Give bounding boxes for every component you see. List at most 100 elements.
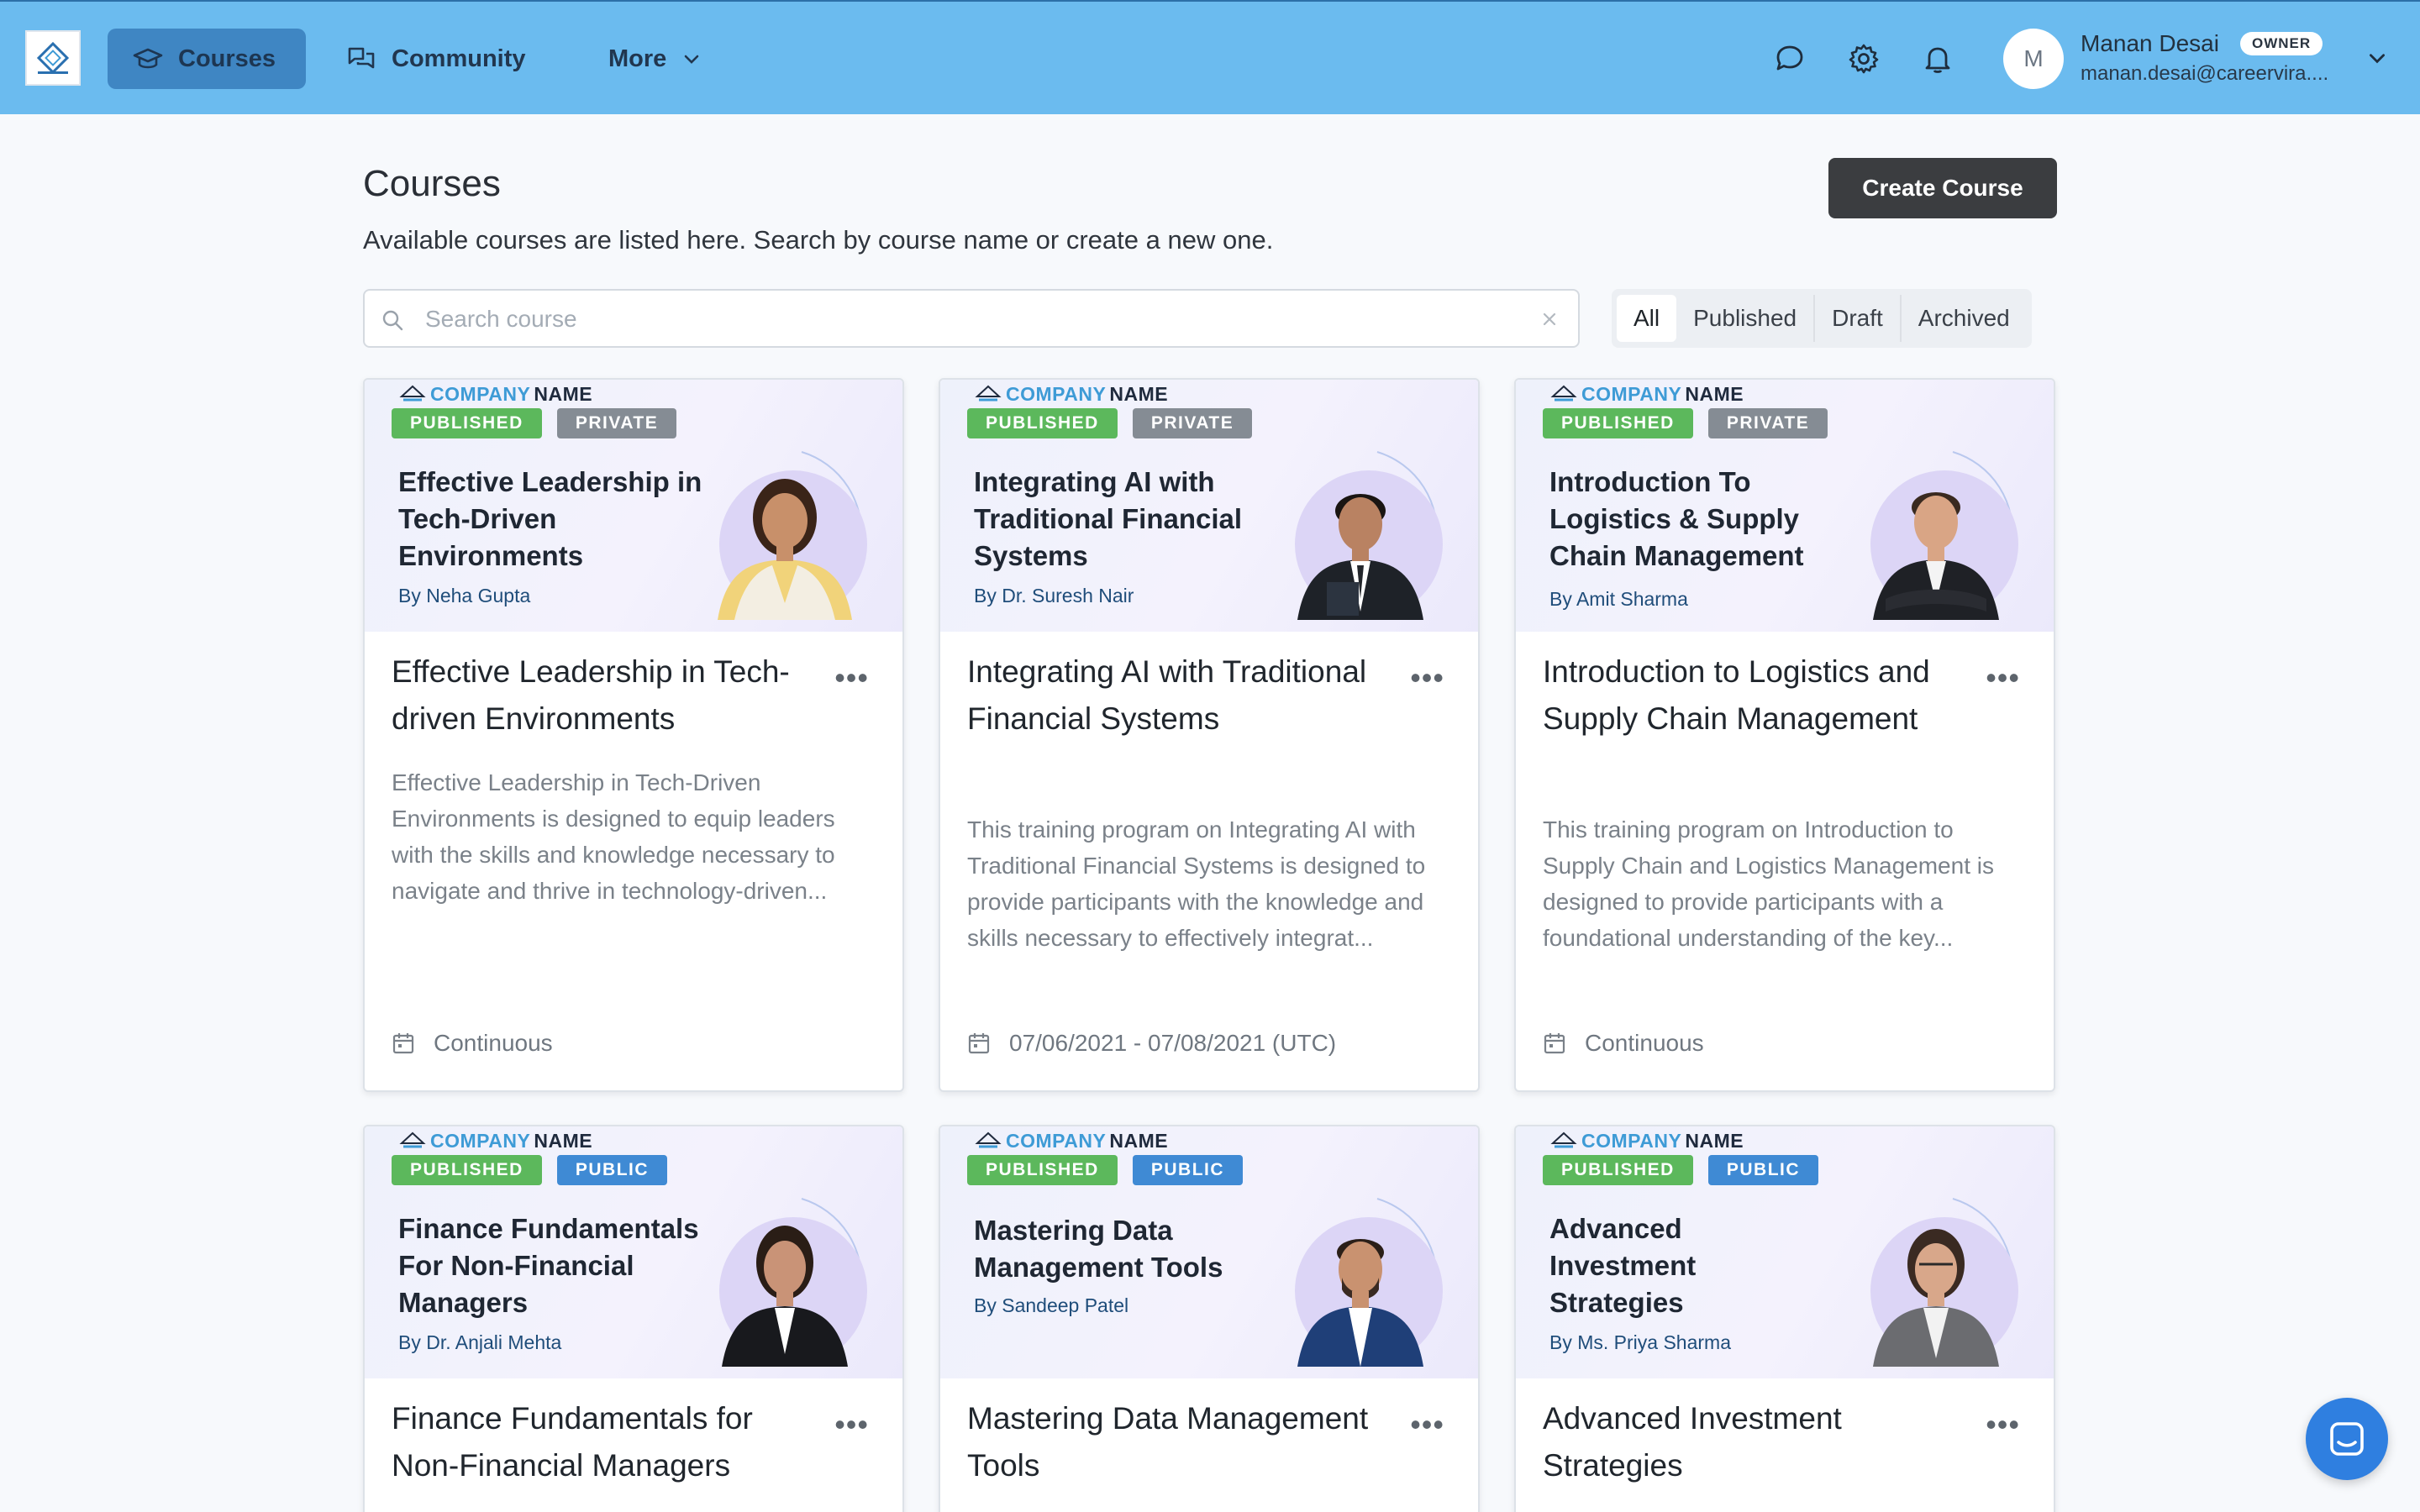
nav-more-label: More: [608, 45, 667, 72]
more-options-icon[interactable]: •••: [1986, 660, 2020, 696]
filter-tab-archived[interactable]: Archived: [1902, 295, 2027, 342]
status-badge: PUBLISHED: [1543, 408, 1693, 438]
notifications-bell-icon[interactable]: [1919, 40, 1956, 77]
course-card[interactable]: COMPANY NAME PUBLISHED PRIVATE Introducti…: [1514, 378, 2055, 1092]
banner-title: Mastering Data Management Tools: [974, 1215, 1223, 1283]
user-email: manan.desai@careervira....: [2081, 62, 2329, 85]
search-input[interactable]: [425, 301, 1518, 338]
brand-diamond-icon: [1550, 385, 1577, 401]
brand-logo: COMPANY NAME: [1549, 1130, 1744, 1152]
course-schedule: 07/06/2021 - 07/08/2021 (UTC): [967, 1030, 1336, 1057]
more-options-icon[interactable]: •••: [1410, 1407, 1444, 1442]
chat-launcher-button[interactable]: [2306, 1398, 2388, 1480]
course-banner: COMPANY NAME PUBLISHED PUBLIC Finance Fun…: [365, 1126, 902, 1378]
clear-search-icon[interactable]: [1539, 309, 1560, 333]
top-navigation-bar: Courses Community More M Manan Desai OWN…: [0, 0, 2420, 114]
more-options-icon[interactable]: •••: [1410, 660, 1444, 696]
course-title[interactable]: Introduction to Logistics and Supply Cha…: [1543, 648, 1963, 743]
brand-logo: COMPANY NAME: [974, 1130, 1168, 1152]
nav-more-dropdown[interactable]: More: [583, 29, 727, 89]
banner-author: By Dr. Suresh Nair: [974, 585, 1134, 606]
chevron-down-icon: [684, 55, 699, 64]
course-date: Continuous: [434, 1030, 553, 1056]
brand-diamond-icon: [975, 1131, 1002, 1147]
nav-courses[interactable]: Courses: [108, 29, 306, 89]
course-date: 07/06/2021 - 07/08/2021 (UTC): [1009, 1030, 1337, 1056]
calendar-icon: [392, 1033, 414, 1054]
course-title[interactable]: Advanced Investment Strategies: [1543, 1395, 1963, 1489]
search-icon: [381, 309, 403, 335]
status-badge: PUBLISHED: [1543, 1155, 1693, 1185]
visibility-badge: PRIVATE: [1132, 408, 1253, 438]
nav-community[interactable]: Community: [321, 29, 551, 89]
chat-bubbles-icon: [348, 47, 375, 69]
visibility-badge: PUBLIC: [1707, 1155, 1819, 1185]
course-card[interactable]: COMPANY NAME PUBLISHED PRIVATE Integratin…: [939, 378, 1480, 1092]
banner-title: Finance Fundamentals For Non-Financial M…: [398, 1213, 699, 1318]
course-banner: COMPANY NAME PUBLISHED PRIVATE Introducti…: [1516, 380, 2054, 632]
status-filter-tabs: All Published Draft Archived: [1612, 289, 2032, 348]
course-card[interactable]: COMPANY NAME PUBLISHED PUBLIC Advanced In…: [1514, 1125, 2055, 1512]
page-title: Courses: [363, 163, 501, 204]
instructor-portrait: [1295, 1198, 1443, 1367]
filter-tab-draft[interactable]: Draft: [1815, 295, 1902, 342]
brand-diamond-icon: [1550, 1131, 1577, 1147]
course-card[interactable]: COMPANY NAME PUBLISHED PUBLIC Mastering D…: [939, 1125, 1480, 1512]
course-title[interactable]: Effective Leadership in Tech-driven Envi…: [392, 648, 812, 743]
instructor-portrait: [1295, 451, 1443, 620]
search-field[interactable]: [363, 289, 1580, 348]
more-options-icon[interactable]: •••: [834, 1407, 869, 1442]
course-title[interactable]: Integrating AI with Traditional Financia…: [967, 648, 1387, 743]
status-badge: PUBLISHED: [967, 1155, 1118, 1185]
banner-author: By Neha Gupta: [398, 585, 531, 606]
course-date: Continuous: [1585, 1030, 1704, 1056]
course-schedule: Continuous: [1543, 1030, 1704, 1057]
course-banner: COMPANY NAME PUBLISHED PUBLIC Advanced In…: [1516, 1126, 2054, 1378]
filter-tab-all[interactable]: All: [1617, 295, 1677, 342]
instructor-portrait: [719, 1198, 867, 1367]
more-options-icon[interactable]: •••: [1986, 1407, 2020, 1442]
status-badge: PUBLISHED: [392, 1155, 542, 1185]
brand-logo: COMPANY NAME: [1549, 383, 1744, 406]
role-badge: OWNER: [2240, 32, 2323, 55]
nav-courses-label: Courses: [178, 45, 276, 72]
banner-title: Introduction To Logistics & Supply Chain…: [1549, 466, 1804, 571]
filter-tab-published[interactable]: Published: [1676, 295, 1816, 342]
messages-icon[interactable]: [1771, 40, 1808, 77]
visibility-badge: PRIVATE: [556, 408, 677, 438]
visibility-badge: PUBLIC: [556, 1155, 668, 1185]
brand-diamond-icon: [975, 385, 1002, 401]
visibility-badge: PRIVATE: [1707, 408, 1828, 438]
more-options-icon[interactable]: •••: [834, 660, 869, 696]
course-card[interactable]: COMPANY NAME PUBLISHED PRIVATE Effective …: [363, 378, 904, 1092]
course-title[interactable]: Mastering Data Management Tools: [967, 1395, 1387, 1489]
instructor-portrait: [1870, 1198, 2018, 1367]
nav-community-label: Community: [392, 45, 526, 72]
course-description: Effective Leadership in Tech-Driven Envi…: [392, 769, 835, 904]
banner-title: Integrating AI with Traditional Financia…: [974, 466, 1243, 571]
course-card[interactable]: COMPANY NAME PUBLISHED PUBLIC Finance Fun…: [363, 1125, 904, 1512]
brand-diamond-icon: [399, 385, 426, 401]
course-banner: COMPANY NAME PUBLISHED PRIVATE Integratin…: [940, 380, 1478, 632]
logo-diamond-icon: [36, 41, 70, 75]
brand-diamond-icon: [399, 1131, 426, 1147]
status-badge: PUBLISHED: [392, 408, 542, 438]
user-avatar[interactable]: M: [2003, 29, 2064, 89]
instructor-portrait: [718, 451, 867, 620]
banner-title: Effective Leadership in Tech-Driven Envi…: [398, 466, 702, 571]
course-title[interactable]: Finance Fundamentals for Non-Financial M…: [392, 1395, 812, 1489]
user-menu-chevron-icon[interactable]: [2366, 47, 2388, 73]
course-description: This training program on Integrating AI …: [967, 816, 1426, 951]
course-schedule: Continuous: [392, 1030, 553, 1057]
create-course-button[interactable]: Create Course: [1828, 158, 2057, 218]
status-badge: PUBLISHED: [967, 408, 1118, 438]
banner-author: By Ms. Priya Sharma: [1549, 1331, 1731, 1353]
company-logo[interactable]: [25, 30, 81, 86]
brand-logo: COMPANY NAME: [398, 383, 592, 406]
visibility-badge: PUBLIC: [1132, 1155, 1244, 1185]
chat-icon: [2330, 1422, 2364, 1456]
calendar-icon: [1544, 1033, 1565, 1054]
calendar-icon: [968, 1033, 990, 1054]
settings-gear-icon[interactable]: [1845, 40, 1882, 77]
graduation-cap-icon: [133, 48, 163, 69]
